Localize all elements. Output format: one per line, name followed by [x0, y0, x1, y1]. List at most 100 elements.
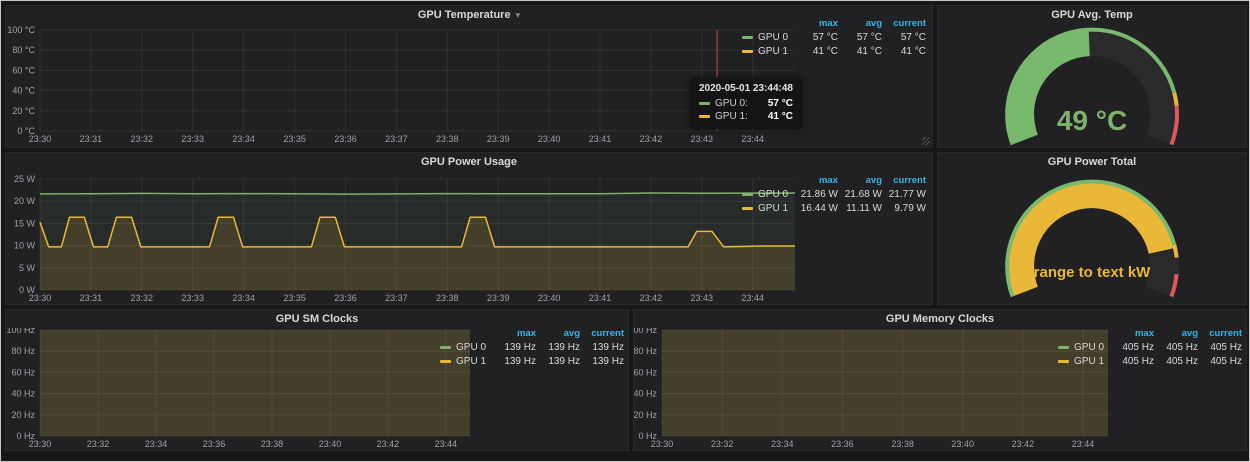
svg-text:40 Hz: 40 Hz — [634, 389, 657, 399]
legend-header-row: maxavgcurrent — [1058, 326, 1242, 340]
legend-series-value: 21.86 W — [794, 189, 838, 200]
legend-header-row: maxavgcurrent — [742, 16, 926, 30]
series-swatch — [742, 36, 753, 39]
temperature-chart-canvas[interactable]: 100 °C80 °C60 °C40 °C20 °C0 °C23:3023:31… — [6, 24, 801, 147]
legend-series-value: 57 °C — [838, 32, 882, 43]
legend-series-row[interactable]: GPU 141 °C41 °C41 °C — [742, 44, 926, 58]
svg-text:23:32: 23:32 — [131, 293, 154, 303]
gpu-temperature-chart[interactable]: 100 °C80 °C60 °C40 °C20 °C0 °C23:3023:31… — [6, 24, 801, 147]
gpu-avg-temp-gauge: 49 °C — [938, 24, 1246, 148]
svg-text:23:40: 23:40 — [319, 439, 342, 449]
panel-title-text: GPU Power Total — [1048, 156, 1136, 168]
series-swatch-gpu0 — [699, 102, 710, 105]
svg-text:80 Hz: 80 Hz — [11, 346, 35, 356]
legend-series-value: 139 Hz — [492, 342, 536, 353]
svg-text:range to text kW: range to text kW — [1034, 264, 1152, 281]
tooltip-row: GPU 0: 57 °C — [699, 97, 793, 110]
panel-title-text: GPU Temperature — [418, 9, 511, 21]
svg-text:10 W: 10 W — [14, 241, 36, 251]
svg-text:20 Hz: 20 Hz — [634, 410, 657, 420]
svg-text:100 Hz: 100 Hz — [634, 328, 657, 335]
panel-title-gpu-power-usage[interactable]: GPU Power Usage — [6, 153, 932, 171]
panel-title-text: GPU Memory Clocks — [886, 313, 994, 325]
svg-text:23:44: 23:44 — [741, 134, 764, 144]
svg-text:23:32: 23:32 — [87, 439, 110, 449]
svg-text:40 °C: 40 °C — [12, 86, 35, 96]
svg-text:5 W: 5 W — [19, 263, 36, 273]
svg-text:23:40: 23:40 — [538, 134, 561, 144]
svg-text:20 °C: 20 °C — [12, 106, 35, 116]
legend-series-name[interactable]: GPU 0 — [758, 189, 788, 200]
graph-tooltip: 2020-05-01 23:44:48 GPU 0: 57 °C GPU 1: … — [690, 78, 802, 129]
memory_clocks-chart-canvas[interactable]: 100 Hz80 Hz60 Hz40 Hz20 Hz0 Hz23:3023:32… — [634, 328, 1114, 452]
power-chart-canvas[interactable]: 25 W20 W15 W10 W5 W0 W23:3023:3123:3223:… — [6, 173, 801, 306]
svg-text:23:42: 23:42 — [640, 134, 663, 144]
svg-text:40 Hz: 40 Hz — [11, 389, 35, 399]
legend-series-value: 405 Hz — [1154, 356, 1198, 367]
sm_clocks-chart-canvas[interactable]: 100 Hz80 Hz60 Hz40 Hz20 Hz0 Hz23:3023:32… — [6, 328, 476, 452]
legend-series-row[interactable]: GPU 057 °C57 °C57 °C — [742, 30, 926, 44]
series-swatch — [1058, 360, 1069, 363]
gpu-sm-clocks-chart[interactable]: 100 Hz80 Hz60 Hz40 Hz20 Hz0 Hz23:3023:32… — [6, 328, 476, 452]
legend-series-value: 139 Hz — [580, 356, 624, 367]
legend-series-value: 405 Hz — [1198, 342, 1242, 353]
svg-text:23:34: 23:34 — [232, 134, 255, 144]
svg-text:23:40: 23:40 — [951, 439, 974, 449]
legend-series-row[interactable]: GPU 0405 Hz405 Hz405 Hz — [1058, 340, 1242, 354]
legend-series-row[interactable]: GPU 0139 Hz139 Hz139 Hz — [440, 340, 624, 354]
svg-text:20 Hz: 20 Hz — [11, 410, 35, 420]
svg-text:23:42: 23:42 — [1012, 439, 1035, 449]
chevron-down-icon: ▾ — [516, 10, 521, 20]
legend-header-row: maxavgcurrent — [742, 173, 926, 187]
legend-series-name[interactable]: GPU 0 — [758, 32, 788, 43]
svg-text:23:36: 23:36 — [334, 293, 357, 303]
svg-text:23:42: 23:42 — [377, 439, 400, 449]
panel-gpu-power-total: GPU Power Total range to text kW — [937, 152, 1247, 305]
legend-series-row[interactable]: GPU 021.86 W21.68 W21.77 W — [742, 187, 926, 201]
panel-gpu-temperature: GPU Temperature▾ 100 °C80 °C60 °C40 °C20… — [5, 5, 933, 148]
svg-text:23:31: 23:31 — [80, 293, 103, 303]
legend-series-value: 41 °C — [838, 46, 882, 57]
panel-gpu-memory-clocks: GPU Memory Clocks 100 Hz80 Hz60 Hz40 Hz2… — [633, 309, 1247, 451]
legend-series-name[interactable]: GPU 1 — [456, 356, 486, 367]
tooltip-series-name: GPU 0: — [715, 98, 748, 109]
svg-text:23:30: 23:30 — [29, 134, 52, 144]
legend-series-name[interactable]: GPU 0 — [1074, 342, 1104, 353]
panel-title-gpu-power-total[interactable]: GPU Power Total — [938, 153, 1246, 171]
legend-series-row[interactable]: GPU 1405 Hz405 Hz405 Hz — [1058, 354, 1242, 368]
svg-text:60 °C: 60 °C — [12, 65, 35, 75]
tooltip-series-name: GPU 1: — [715, 111, 748, 122]
tooltip-series-value: 57 °C — [754, 98, 793, 109]
gpu-power-usage-chart[interactable]: 25 W20 W15 W10 W5 W0 W23:3023:3123:3223:… — [6, 173, 801, 306]
legend-series-name[interactable]: GPU 1 — [758, 203, 788, 214]
svg-text:23:39: 23:39 — [487, 293, 510, 303]
legend-series-value: 139 Hz — [492, 356, 536, 367]
panel-resize-handle[interactable] — [922, 137, 930, 145]
legend-series-row[interactable]: GPU 116.44 W11.11 W9.79 W — [742, 201, 926, 215]
tooltip-timestamp: 2020-05-01 23:44:48 — [699, 83, 793, 94]
svg-text:60 Hz: 60 Hz — [634, 367, 657, 377]
svg-text:23:44: 23:44 — [435, 439, 458, 449]
legend-series-value: 405 Hz — [1110, 342, 1154, 353]
panel-title-text: GPU SM Clocks — [276, 313, 359, 325]
series-swatch — [742, 193, 753, 196]
svg-text:23:42: 23:42 — [640, 293, 663, 303]
gpu-temperature-legend: maxavgcurrentGPU 057 °C57 °C57 °CGPU 141… — [742, 16, 926, 58]
legend-series-value: 21.77 W — [882, 189, 926, 200]
tooltip-row: GPU 1: 41 °C — [699, 110, 793, 123]
svg-text:100 Hz: 100 Hz — [6, 328, 35, 335]
legend-series-name[interactable]: GPU 1 — [1074, 356, 1104, 367]
legend-series-value: 57 °C — [794, 32, 838, 43]
panel-title-gpu-avg-temp[interactable]: GPU Avg. Temp — [938, 6, 1246, 24]
svg-text:23:41: 23:41 — [589, 134, 612, 144]
series-swatch — [440, 360, 451, 363]
legend-series-name[interactable]: GPU 0 — [456, 342, 486, 353]
series-swatch — [440, 346, 451, 349]
legend-series-row[interactable]: GPU 1139 Hz139 Hz139 Hz — [440, 354, 624, 368]
svg-text:23:34: 23:34 — [771, 439, 794, 449]
series-swatch-gpu1 — [699, 115, 710, 118]
gpu-power-usage-legend: maxavgcurrentGPU 021.86 W21.68 W21.77 WG… — [742, 173, 926, 215]
gpu-memory-clocks-chart[interactable]: 100 Hz80 Hz60 Hz40 Hz20 Hz0 Hz23:3023:32… — [634, 328, 1114, 452]
legend-series-value: 9.79 W — [882, 203, 926, 214]
legend-series-name[interactable]: GPU 1 — [758, 46, 788, 57]
